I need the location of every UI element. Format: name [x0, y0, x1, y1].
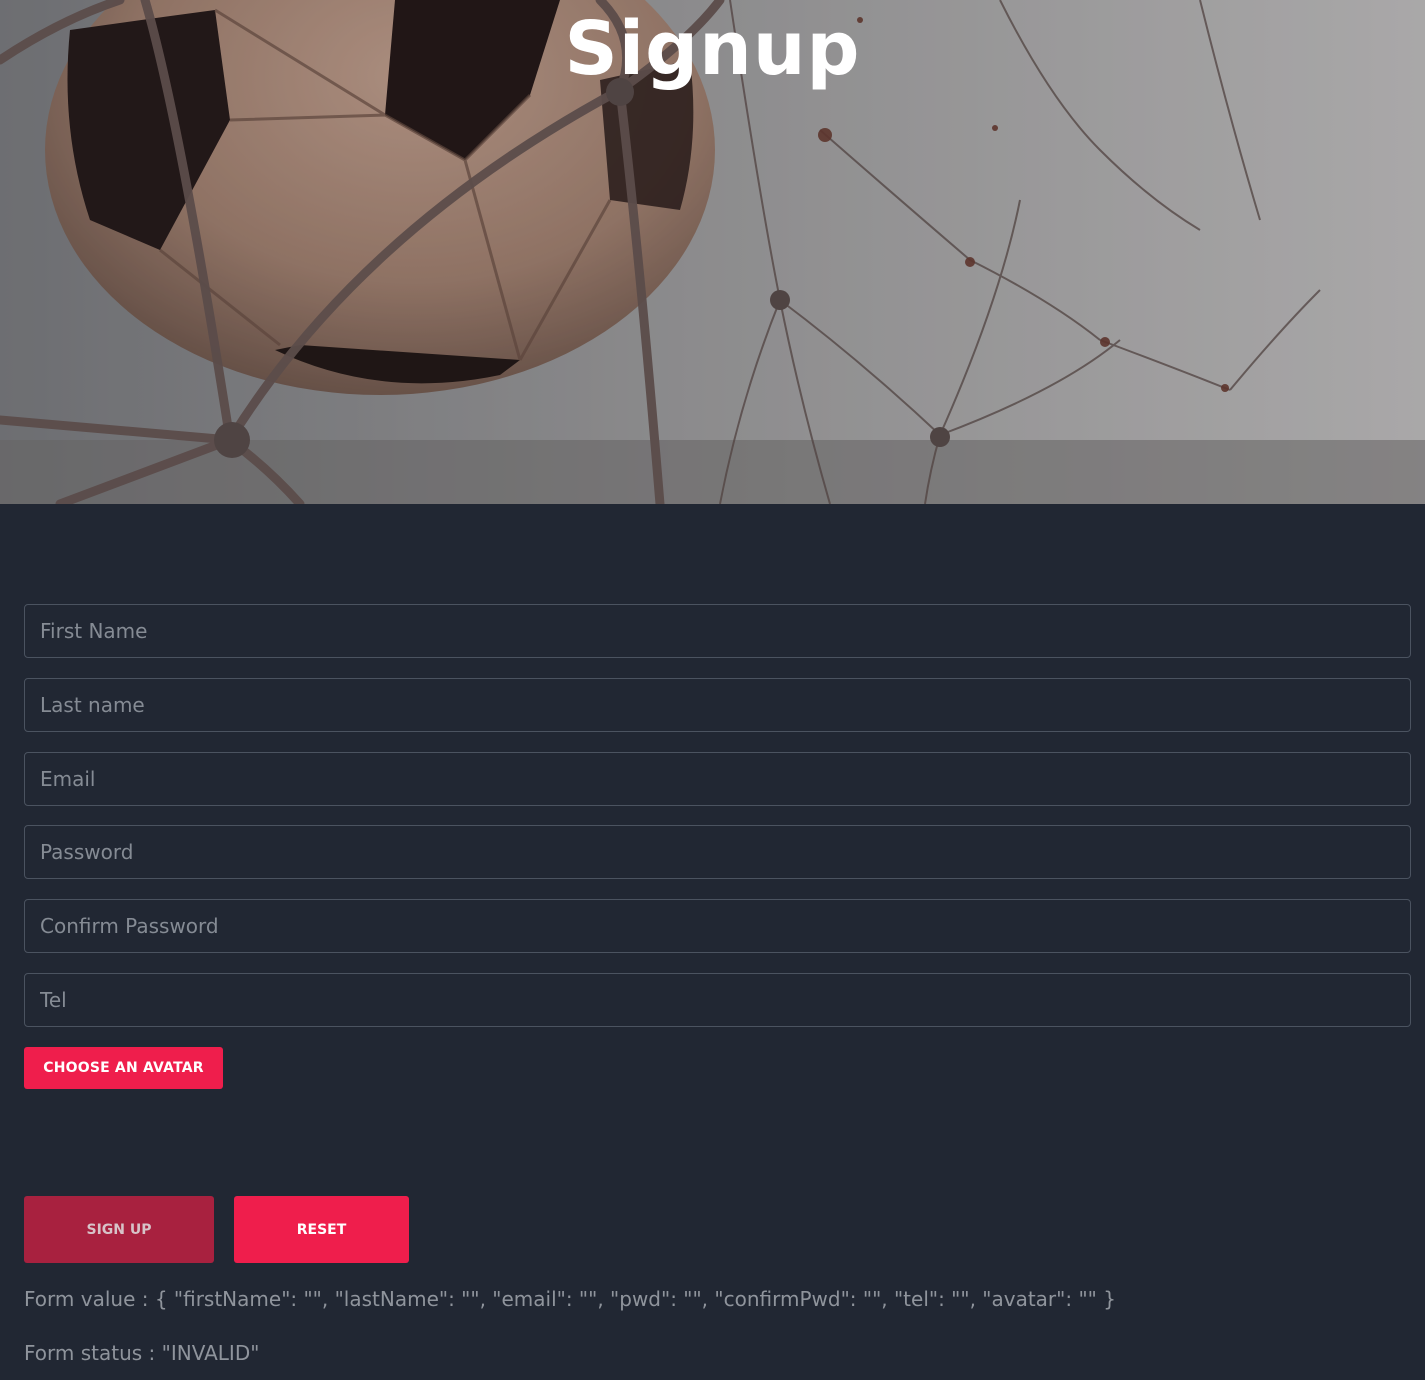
confirm-password-input[interactable] — [24, 899, 1411, 953]
sign-up-button[interactable]: SIGN UP — [24, 1196, 214, 1263]
last-name-input[interactable] — [24, 678, 1411, 732]
reset-button[interactable]: RESET — [234, 1196, 409, 1263]
page-title: Signup — [564, 6, 861, 92]
form-value-text: Form value : { "firstName": "", "lastNam… — [24, 1287, 1116, 1311]
email-input[interactable] — [24, 752, 1411, 806]
tel-input[interactable] — [24, 973, 1411, 1027]
first-name-input[interactable] — [24, 604, 1411, 658]
form-status-text: Form status : "INVALID" — [24, 1341, 260, 1365]
signup-form: CHOOSE AN AVATAR SIGN UP RESET Form valu… — [0, 504, 1425, 1380]
password-input[interactable] — [24, 825, 1411, 879]
choose-avatar-button[interactable]: CHOOSE AN AVATAR — [24, 1047, 223, 1089]
hero-banner: Signup — [0, 0, 1425, 504]
